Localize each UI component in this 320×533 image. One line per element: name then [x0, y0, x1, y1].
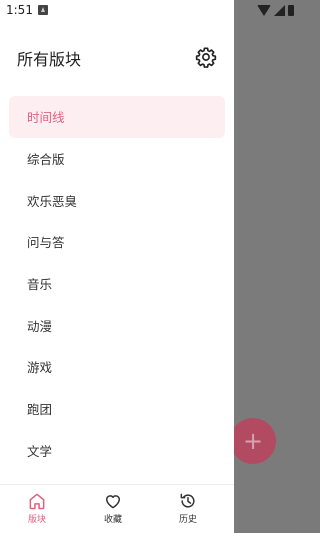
- board-item-general[interactable]: 综合版: [9, 138, 225, 180]
- board-item-label: 文学: [27, 443, 53, 459]
- board-list: 时间线 综合版 欢乐恶臭 问与答 音乐 动漫 游戏 跑团 文学 录视: [0, 96, 234, 513]
- nav-label-boards: 版块: [27, 515, 46, 525]
- board-item-label: 动漫: [27, 318, 53, 334]
- settings-button[interactable]: [195, 46, 217, 68]
- battery-icon: [288, 4, 294, 16]
- board-item-qa[interactable]: 问与答: [9, 221, 225, 263]
- drawer-title: 所有版块: [17, 50, 82, 69]
- board-item-label: 跑团: [27, 402, 53, 418]
- board-item-label: 时间线: [27, 110, 65, 126]
- status-bar: 1:51: [0, 0, 300, 22]
- wifi-icon: [257, 4, 271, 16]
- status-indicators: [257, 4, 294, 16]
- board-item-fun[interactable]: 欢乐恶臭: [9, 179, 225, 221]
- board-item-label: 音乐: [27, 277, 53, 293]
- history-icon: [180, 493, 195, 508]
- bottom-navigation: 版块 收藏 历史: [0, 484, 234, 533]
- navigation-drawer: 所有版块 时间线 综合版 欢乐恶臭 问与答 音乐 动漫 游戏 跑团 文学 版块 …: [0, 0, 234, 533]
- drawer-header: 所有版块: [0, 36, 234, 78]
- board-item-trpg[interactable]: 跑团: [9, 388, 225, 430]
- nav-label-favorites: 收藏: [103, 515, 122, 525]
- board-item-label: 游戏: [27, 360, 53, 376]
- board-item-label: 问与答: [27, 235, 65, 251]
- signal-icon: [274, 4, 285, 16]
- notification-app-icon: [38, 5, 48, 15]
- board-item-literature[interactable]: 文学: [9, 430, 225, 472]
- board-item-label: 综合版: [27, 152, 65, 168]
- nav-label-history: 历史: [178, 515, 197, 525]
- home-icon: [29, 493, 45, 510]
- board-item-label: 欢乐恶臭: [27, 193, 78, 209]
- nav-item-boards[interactable]: 版块: [12, 491, 62, 529]
- board-item-music[interactable]: 音乐: [9, 263, 225, 305]
- nav-item-history[interactable]: 历史: [163, 491, 213, 529]
- status-time: 1:51: [6, 3, 33, 17]
- board-item-timeline[interactable]: 时间线: [9, 96, 225, 138]
- gear-icon: [195, 47, 217, 68]
- nav-item-favorites[interactable]: 收藏: [88, 491, 138, 529]
- board-item-games[interactable]: 游戏: [9, 346, 225, 388]
- heart-icon: [106, 495, 120, 509]
- new-post-fab[interactable]: +: [230, 418, 276, 464]
- plus-icon: +: [242, 427, 264, 455]
- board-item-anime[interactable]: 动漫: [9, 304, 225, 346]
